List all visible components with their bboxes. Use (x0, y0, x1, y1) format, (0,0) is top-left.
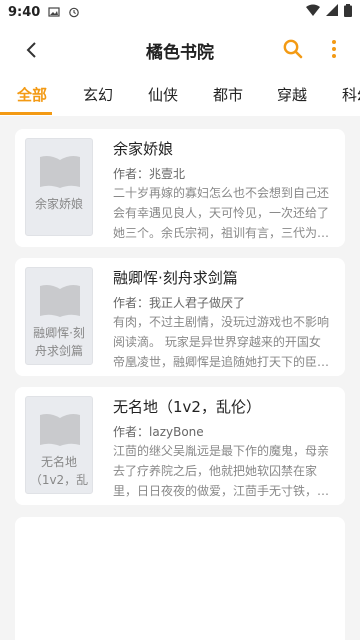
tab-xuanhuan[interactable]: 玄幻 (83, 84, 113, 105)
image-notification-icon (48, 6, 60, 18)
page-title: 橘色书院 (146, 43, 214, 63)
category-tabs: 全部 玄幻 仙侠 都市 穿越 科幻 (0, 76, 360, 116)
book-description: 二十岁再嫁的寡妇怎么也不会想到自己还会有幸遇见良人，天可怜见，一次还给了她三个。… (113, 186, 330, 240)
book-author: 作者：兆壹北 (113, 167, 186, 181)
tab-kehuan[interactable]: 科幻 (342, 84, 360, 105)
book-card[interactable]: 融卿恽·刻舟求剑篇 融卿恽·刻舟求剑篇 作者：我正人君子做厌了 有肉，不过主剧情… (15, 258, 345, 376)
book-placeholder-icon (40, 285, 80, 317)
book-cover: 融卿恽·刻舟求剑篇 (25, 267, 93, 365)
tab-all[interactable]: 全部 (17, 84, 47, 105)
book-card-placeholder (15, 517, 345, 640)
status-bar: 9:40 (0, 0, 360, 24)
book-placeholder-icon (40, 156, 80, 188)
status-time: 9:40 (8, 4, 41, 20)
signal-icon (326, 4, 338, 20)
book-title: 无名地（1v2，乱伦） (113, 398, 261, 416)
wifi-icon (306, 4, 320, 20)
app-bar: 橘色书院 (0, 24, 360, 76)
book-author: 作者：我正人君子做厌了 (113, 296, 246, 310)
book-author: 作者：lazyBone (113, 425, 204, 439)
book-placeholder-icon (40, 414, 80, 446)
search-icon (283, 39, 303, 59)
book-card[interactable]: 无名地（1v2，乱 无名地（1v2，乱伦） 作者：lazyBone 江茴的继父吴… (15, 387, 345, 505)
tab-dushi[interactable]: 都市 (213, 84, 243, 105)
book-cover: 余家娇娘 (25, 138, 93, 236)
more-vertical-icon (332, 40, 336, 58)
alarm-notification-icon (68, 6, 80, 18)
book-card[interactable]: 余家娇娘 余家娇娘 作者：兆壹北 二十岁再嫁的寡妇怎么也不会想到自己还会有幸遇见… (15, 129, 345, 247)
book-cover: 无名地（1v2，乱 (25, 396, 93, 494)
tab-xianxia[interactable]: 仙侠 (148, 84, 178, 105)
book-description: 有肉，不过主剧情，没玩过游戏也不影响阅读滴。 玩家是异世界穿越来的开国女帝凰凌世… (113, 315, 330, 369)
cover-label: 无名地（1v2，乱 (29, 455, 89, 487)
book-title: 融卿恽·刻舟求剑篇 (113, 269, 238, 287)
cover-label: 融卿恽·刻舟求剑篇 (33, 326, 85, 358)
battery-icon (344, 3, 352, 21)
book-description: 江茴的继父吴胤远是最下作的魔鬼，母亲去了疗养院之后，他就把她软囚禁在家里，日日夜… (113, 444, 330, 498)
search-button[interactable] (281, 37, 305, 61)
more-options-button[interactable] (322, 37, 346, 61)
active-tab-indicator (0, 112, 52, 115)
tab-chuanyue[interactable]: 穿越 (277, 84, 307, 105)
cover-label: 余家娇娘 (34, 197, 83, 211)
book-title: 余家娇娘 (113, 140, 174, 158)
